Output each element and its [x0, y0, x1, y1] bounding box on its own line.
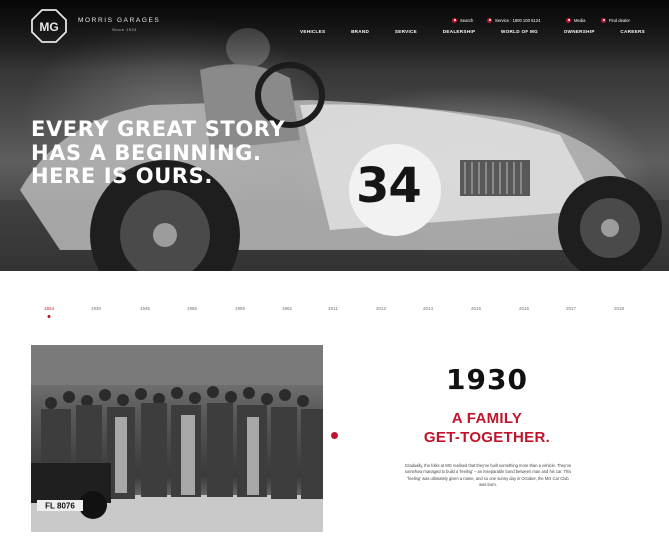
- utility-media[interactable]: Media: [566, 16, 585, 24]
- logo-text: MG: [39, 20, 58, 34]
- mg-octagon-icon: MG: [31, 9, 67, 43]
- timeline-year-2012[interactable]: 2012: [376, 306, 386, 311]
- utility-media-label: Media: [574, 17, 586, 23]
- timeline-year-1945[interactable]: 1945: [140, 306, 150, 311]
- hero-top-shade: [0, 0, 669, 70]
- utility-find-dealer-label: Find dealer: [609, 17, 630, 23]
- nav-dealership[interactable]: DEALERSHIP: [443, 29, 476, 34]
- nav-brand[interactable]: BRAND: [351, 29, 369, 34]
- timeline-year-1924[interactable]: 1924: [44, 306, 54, 311]
- hero-headline: EVERY GREAT STORY HAS A BEGINNING. HERE …: [31, 117, 286, 189]
- story-year: 1930: [446, 363, 528, 396]
- nav-vehicles[interactable]: VEHICLES: [300, 29, 325, 34]
- utility-search[interactable]: Search: [452, 16, 473, 24]
- mg-logo[interactable]: MG: [31, 9, 67, 43]
- location-pin-icon: [601, 17, 606, 23]
- hero-headline-line: HERE IS OURS.: [31, 164, 213, 188]
- story-title-line: GET-TOGETHER.: [423, 429, 551, 446]
- timeline-year-1955[interactable]: 1955: [187, 306, 197, 311]
- nav-world-of-mg[interactable]: WORLD OF MG: [501, 29, 538, 34]
- nav-ownership[interactable]: OWNERSHIP: [564, 29, 595, 34]
- story-body: Gradually, the folks at MG realised that…: [404, 463, 572, 488]
- main-nav: VEHICLES BRAND SERVICE DEALERSHIP WORLD …: [300, 29, 645, 34]
- timeline-year-2015[interactable]: 2015: [471, 306, 481, 311]
- nav-careers[interactable]: CAREERS: [620, 29, 645, 34]
- hero-headline-line: HAS A BEGINNING.: [31, 140, 262, 165]
- media-icon: [566, 17, 571, 23]
- story-title-line: A FAMILY: [451, 410, 523, 427]
- story-title: A FAMILY GET-TOGETHER.: [382, 409, 592, 447]
- phone-icon: [487, 17, 492, 23]
- group-photo-illustration: FL 8076: [31, 345, 323, 532]
- timeline-year-2018[interactable]: 2018: [614, 306, 624, 311]
- year-timeline: 1924 1930 1945 1955 1959 1962 2011 2012 …: [30, 300, 635, 320]
- timeline-year-2017[interactable]: 2017: [566, 306, 576, 311]
- utility-find-dealer[interactable]: Find dealer: [601, 16, 630, 24]
- car-number: 34: [356, 158, 422, 214]
- utility-service-label: Service : 1800 100 6124: [495, 17, 541, 23]
- nav-service[interactable]: SERVICE: [395, 29, 417, 34]
- timeline-year-2011[interactable]: 2011: [328, 306, 338, 311]
- timeline-year-1962[interactable]: 1962: [282, 306, 292, 311]
- timeline-active-indicator: [47, 315, 51, 318]
- historic-group-photo: FL 8076: [31, 345, 323, 532]
- brand-since: Since 1924: [112, 27, 138, 32]
- license-plate-text: FL 8076: [45, 502, 75, 511]
- utility-service-phone[interactable]: Service : 1800 100 6124: [487, 16, 540, 24]
- timeline-marker-dot: [331, 432, 338, 439]
- timeline-year-1930[interactable]: 1930: [91, 306, 101, 311]
- search-icon: [452, 17, 457, 23]
- timeline-year-2016[interactable]: 2016: [519, 306, 529, 311]
- timeline-year-1959[interactable]: 1959: [235, 306, 245, 311]
- utility-search-label: Search: [460, 17, 474, 23]
- hero-headline-line: EVERY GREAT STORY: [31, 117, 286, 141]
- brand-name: MORRIS GARAGES: [78, 17, 161, 24]
- timeline-year-2014[interactable]: 2014: [423, 306, 433, 311]
